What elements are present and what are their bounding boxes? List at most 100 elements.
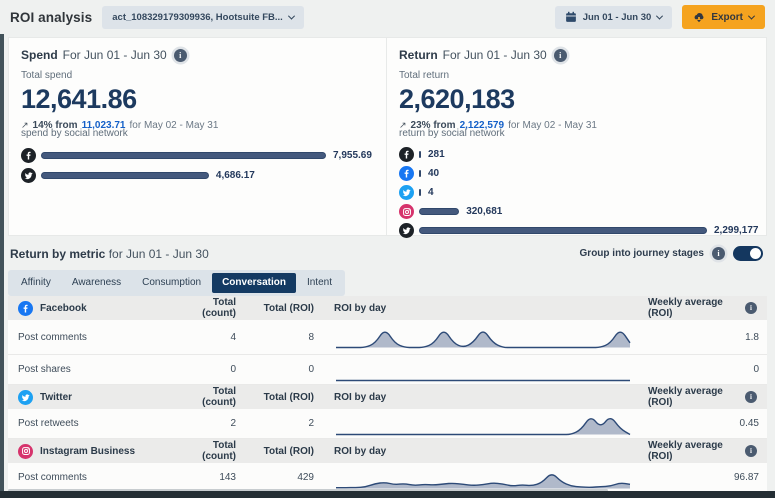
info-icon[interactable]	[174, 49, 187, 62]
chevron-down-icon	[656, 12, 663, 19]
metric-weekly-average: 1.8	[648, 332, 767, 343]
return-bar-value: 2,299,177	[714, 225, 759, 236]
spend-heading-period: For Jun 01 - Jun 30	[63, 48, 167, 62]
return-bar	[419, 227, 707, 234]
return-bar-value: 4	[428, 187, 434, 198]
metric-count: 2	[180, 418, 240, 429]
facebook-icon	[399, 147, 414, 162]
metric-weekly-average: 0.45	[648, 418, 767, 429]
return-heading-period: For Jun 01 - Jun 30	[443, 48, 547, 62]
table-row: Post retweets 2 2 0.45	[8, 409, 767, 439]
export-button-label: Export	[711, 12, 743, 23]
info-icon[interactable]	[712, 247, 725, 260]
roi-sparkline	[334, 324, 634, 350]
col-total-roi: Total (ROI)	[240, 303, 318, 314]
facebook-icon	[18, 301, 33, 316]
tab-consumption[interactable]: Consumption	[132, 273, 211, 293]
col-total-count: Total (count)	[180, 297, 240, 319]
return-bar-row: 2,299,177	[399, 221, 756, 240]
col-weekly-average: Weekly average (ROI)	[648, 386, 739, 408]
twitter-section-header: Twitter Total (count) Total (ROI) ROI by…	[8, 385, 767, 409]
col-roi-by-day: ROI by day	[318, 303, 648, 314]
spend-return-card: Spend For Jun 01 - Jun 30 Total spend 12…	[8, 37, 767, 236]
metric-label: Post shares	[8, 364, 180, 375]
facebook-section-header: Facebook Total (count) Total (ROI) ROI b…	[8, 296, 767, 320]
spend-heading-title: Spend	[21, 48, 58, 62]
roi-sparkline	[334, 411, 634, 437]
total-spend-value: 12,641.86	[21, 84, 376, 115]
account-dropdown[interactable]: act_108329179309936, Hootsuite FB...	[102, 6, 304, 29]
tab-affinity[interactable]: Affinity	[11, 273, 61, 293]
metric-label: Post comments	[8, 332, 180, 343]
return-panel: Return For Jun 01 - Jun 30 Total return …	[387, 38, 766, 235]
instagram-icon	[399, 204, 414, 219]
instagram-icon	[18, 444, 33, 459]
info-icon[interactable]	[554, 49, 567, 62]
col-total-count: Total (count)	[180, 386, 240, 408]
twitter-icon	[399, 223, 414, 238]
return-bar	[419, 170, 421, 177]
metric-tabs: Affinity Awareness Consumption Conversat…	[8, 270, 345, 296]
return-by-network: return by social network 281 40	[399, 128, 756, 240]
date-range-dropdown[interactable]: Jun 01 - Jun 30	[555, 6, 673, 29]
tab-intent[interactable]: Intent	[297, 273, 342, 293]
total-return-value: 2,620,183	[399, 84, 756, 115]
spend-panel: Spend For Jun 01 - Jun 30 Total spend 12…	[9, 38, 387, 235]
return-by-metric-period: for Jun 01 - Jun 30	[109, 247, 209, 261]
twitter-icon	[18, 390, 33, 405]
spend-bar	[41, 152, 326, 159]
col-weekly-average: Weekly average (ROI)	[648, 297, 739, 319]
col-roi-by-day: ROI by day	[318, 446, 648, 457]
info-icon[interactable]	[745, 302, 757, 314]
spend-bar-row: 7,955.69	[21, 145, 376, 165]
metric-weekly-average: 96.87	[648, 472, 767, 483]
tab-awareness[interactable]: Awareness	[62, 273, 131, 293]
metric-roi: 2	[240, 418, 318, 429]
journey-stages-toggle[interactable]	[733, 246, 763, 261]
twitter-icon	[21, 168, 36, 183]
return-heading-title: Return	[399, 48, 438, 62]
col-total-count: Total (count)	[180, 440, 240, 462]
date-range-label: Jun 01 - Jun 30	[583, 12, 652, 23]
metric-count: 0	[180, 364, 240, 375]
page-title: ROI analysis	[10, 10, 92, 25]
return-heading: Return For Jun 01 - Jun 30	[399, 48, 756, 62]
col-weekly-average: Weekly average (ROI)	[648, 440, 739, 462]
info-icon[interactable]	[745, 445, 757, 457]
metric-count: 143	[180, 472, 240, 483]
cloud-download-icon	[693, 11, 705, 23]
spend-heading: Spend For Jun 01 - Jun 30	[21, 48, 376, 62]
metrics-table: Facebook Total (count) Total (ROI) ROI b…	[8, 296, 767, 493]
metric-weekly-average: 0	[648, 364, 767, 375]
return-bar-row: 320,681	[399, 202, 756, 221]
return-bar-row: 40	[399, 164, 756, 183]
instagram-section-header: Instagram Business Total (count) Total (…	[8, 439, 767, 463]
metric-roi: 8	[240, 332, 318, 343]
metric-count: 4	[180, 332, 240, 343]
return-bar	[419, 208, 459, 215]
chevron-down-icon	[288, 12, 295, 19]
section-network-name: Twitter	[40, 392, 72, 403]
col-roi-by-day: ROI by day	[318, 392, 648, 403]
return-bar-row: 281	[399, 145, 756, 164]
total-spend-label: Total spend	[21, 70, 376, 81]
return-bar-value: 40	[428, 168, 439, 179]
export-button[interactable]: Export	[682, 5, 765, 29]
twitter-icon	[399, 185, 414, 200]
table-row: Post comments 4 8 1.8	[8, 320, 767, 355]
header: ROI analysis act_108329179309936, Hootsu…	[0, 0, 775, 34]
info-icon[interactable]	[745, 391, 757, 403]
roi-sparkline	[334, 357, 634, 383]
window-left-edge	[0, 34, 4, 498]
return-by-network-label: return by social network	[399, 128, 756, 139]
toggle-knob	[750, 248, 761, 259]
facebook-icon	[399, 166, 414, 181]
tab-conversation[interactable]: Conversation	[212, 273, 296, 293]
spend-bar	[41, 172, 209, 179]
section-network-name: Facebook	[40, 303, 87, 314]
spend-bar-row: 4,686.17	[21, 165, 376, 185]
calendar-icon	[565, 11, 577, 23]
return-bar	[419, 189, 421, 196]
spend-by-network: spend by social network 7,955.69 4,686.1…	[21, 128, 376, 185]
return-by-metric-header: Return by metric for Jun 01 - Jun 30 Gro…	[10, 246, 763, 261]
